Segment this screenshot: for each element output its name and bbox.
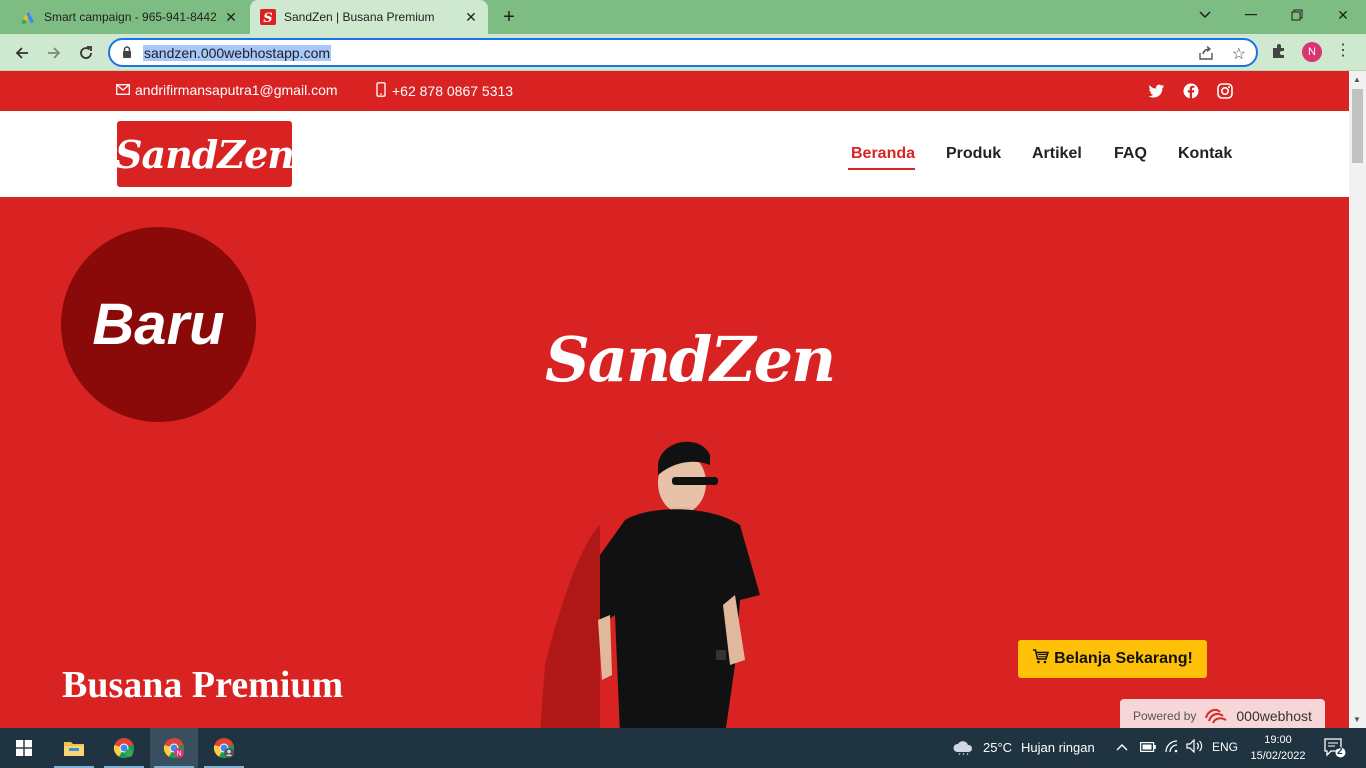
file-explorer-icon[interactable] (50, 728, 98, 768)
chrome-profile-icon[interactable] (200, 728, 248, 768)
webhost-logo-icon (1204, 706, 1228, 727)
new-badge: Baru (61, 227, 256, 422)
hero-brand-logo: SandZen (545, 323, 836, 396)
site-logo[interactable]: SandZen (115, 121, 295, 187)
tab-title: SandZen | Busana Premium (284, 10, 435, 24)
active-nav-underline (848, 168, 915, 170)
restore-button[interactable] (1274, 0, 1320, 30)
bookmark-star-icon[interactable]: ☆ (1232, 44, 1246, 64)
close-icon[interactable]: ✕ (220, 6, 242, 28)
page-scrollbar[interactable]: ▲ ▼ (1349, 71, 1366, 728)
tab-sandzen[interactable]: S SandZen | Busana Premium ✕ (250, 0, 488, 34)
close-icon[interactable]: ✕ (460, 6, 482, 28)
nav-kontak[interactable]: Kontak (1178, 145, 1232, 163)
nav-beranda[interactable]: Beranda (851, 145, 915, 163)
contact-topbar: andrifirmansaputra1@gmail.com +62 878 08… (0, 71, 1349, 111)
back-button[interactable] (9, 40, 35, 66)
menu-kebab-icon[interactable]: ⋮ (1334, 42, 1352, 60)
start-button[interactable] (0, 728, 48, 768)
weather-temp[interactable]: 25°C (983, 740, 1012, 755)
powered-brand: 000webhost (1236, 708, 1312, 724)
profile-avatar[interactable]: N (1302, 42, 1322, 62)
weather-cloud-icon[interactable] (952, 738, 974, 759)
sandzen-favicon: S (260, 9, 276, 25)
nav-faq[interactable]: FAQ (1114, 145, 1147, 163)
twitter-icon[interactable] (1148, 82, 1166, 100)
email-text: andrifirmansaputra1@gmail.com (135, 82, 338, 98)
clock-time: 19:00 (1264, 734, 1292, 746)
lock-icon[interactable] (122, 46, 132, 64)
language-indicator[interactable]: ENG (1212, 740, 1238, 754)
new-tab-button[interactable]: + (498, 6, 520, 28)
scroll-up-icon[interactable]: ▲ (1353, 75, 1361, 84)
share-icon[interactable] (1198, 45, 1214, 66)
windows-logo-icon (16, 740, 32, 756)
cart-icon (1032, 649, 1050, 669)
powered-label: Powered by (1133, 709, 1197, 723)
instagram-icon[interactable] (1216, 82, 1234, 100)
chrome-profile-n-icon[interactable]: N (150, 728, 198, 768)
address-bar[interactable]: sandzen.000webhostapp.com ☆ (108, 38, 1258, 67)
windows-taskbar: N 25°C Hujan ringan ENG 19:00 15/02/2022… (0, 728, 1366, 768)
page-viewport: andrifirmansaputra1@gmail.com +62 878 08… (0, 71, 1349, 728)
minimize-button[interactable] (1228, 0, 1274, 30)
google-ads-icon (20, 9, 36, 25)
nav-artikel[interactable]: Artikel (1032, 145, 1082, 163)
hero-banner: Baru SandZen Busana Premium Belanja Seka… (0, 197, 1349, 728)
chrome-icon[interactable] (100, 728, 148, 768)
tab-smart-campaign[interactable]: Smart campaign - 965-941-8442 ✕ (8, 0, 248, 34)
close-window-button[interactable]: ✕ (1320, 0, 1366, 30)
taskbar-clock[interactable]: 19:00 15/02/2022 (1240, 732, 1316, 764)
weather-text[interactable]: Hujan ringan (1021, 740, 1095, 755)
svg-text:S: S (263, 11, 272, 25)
facebook-icon[interactable] (1182, 82, 1200, 100)
envelope-icon (116, 82, 130, 98)
wifi-icon[interactable] (1164, 739, 1180, 756)
tab-title: Smart campaign - 965-941-8442 (44, 10, 217, 24)
notification-count: 2 (1337, 746, 1343, 757)
reload-button[interactable] (73, 40, 99, 66)
volume-icon[interactable] (1186, 738, 1204, 756)
svg-text:N: N (176, 751, 181, 758)
shop-now-button[interactable]: Belanja Sekarang! (1018, 640, 1207, 678)
url-text[interactable]: sandzen.000webhostapp.com (143, 45, 332, 61)
hero-subtitle: Busana Premium (62, 664, 344, 706)
shop-now-label: Belanja Sekarang! (1054, 650, 1193, 667)
extensions-icon[interactable] (1270, 42, 1288, 65)
battery-icon[interactable] (1140, 740, 1156, 755)
forward-button[interactable] (41, 40, 67, 66)
phone-contact[interactable]: +62 878 0867 5313 (376, 82, 513, 100)
tab-strip: Smart campaign - 965-941-8442 ✕ S SandZe… (0, 0, 1366, 34)
phone-icon (376, 82, 386, 100)
tab-search-icon[interactable] (1182, 0, 1228, 30)
site-header: SandZen Beranda Produk Artikel FAQ Konta… (0, 111, 1349, 197)
scroll-down-icon[interactable]: ▼ (1353, 715, 1361, 724)
phone-text: +62 878 0867 5313 (392, 83, 514, 99)
clock-date: 15/02/2022 (1250, 750, 1306, 762)
notification-icon[interactable]: 2 (1324, 738, 1346, 758)
nav-produk[interactable]: Produk (946, 145, 1001, 163)
model-photo (540, 441, 760, 728)
powered-by-badge[interactable]: Powered by 000webhost (1120, 699, 1325, 728)
chevron-up-icon[interactable] (1116, 739, 1128, 754)
email-contact[interactable]: andrifirmansaputra1@gmail.com (116, 82, 338, 98)
scrollbar-thumb[interactable] (1352, 89, 1363, 163)
